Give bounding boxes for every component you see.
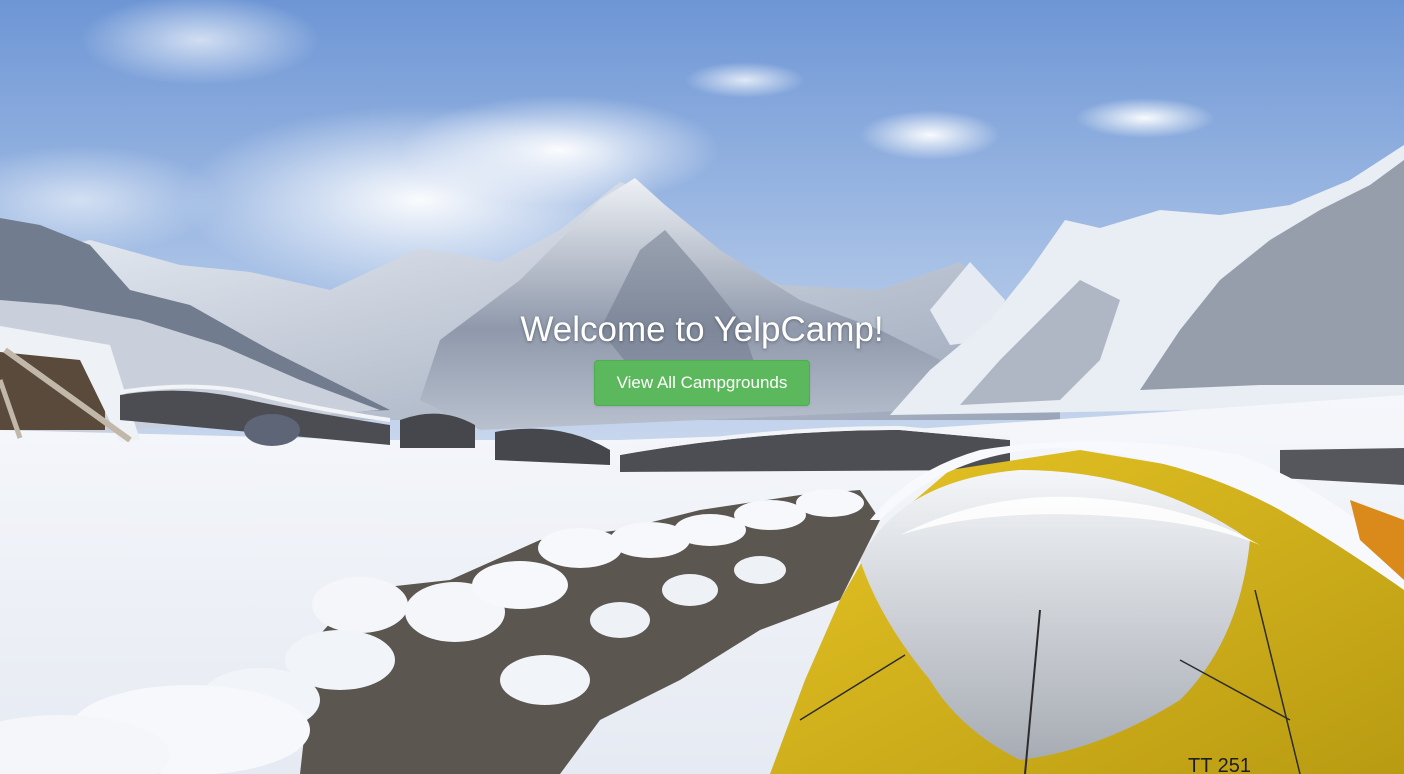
hero-section: Welcome to YelpCamp! View All Campground… (0, 307, 1404, 406)
landing-page: TT 251 Welcome to YelpCamp! View All Cam… (0, 0, 1404, 774)
tent-tag-text: TT 251 (1188, 755, 1251, 774)
hero-title: Welcome to YelpCamp! (520, 310, 884, 349)
view-all-campgrounds-button[interactable]: View All Campgrounds (594, 360, 810, 406)
